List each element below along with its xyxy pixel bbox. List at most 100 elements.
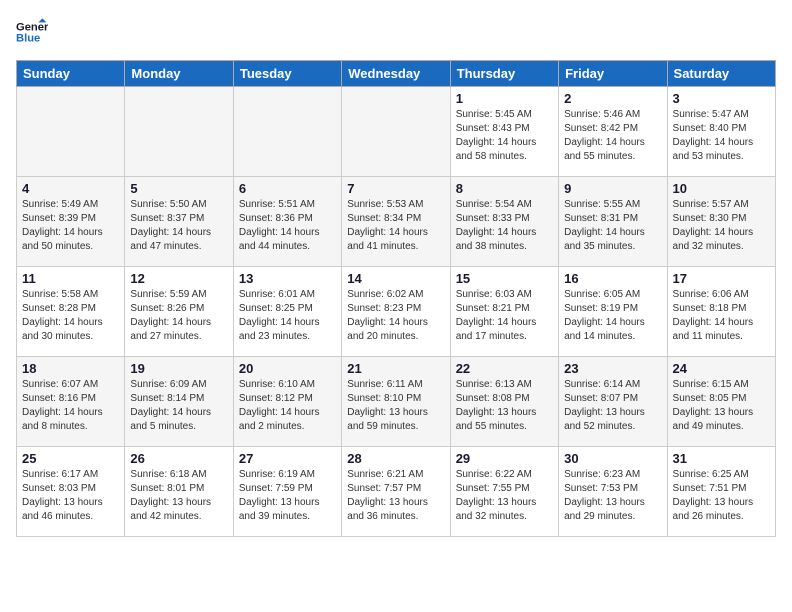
day-info: Sunrise: 5:55 AM Sunset: 8:31 PM Dayligh… — [564, 198, 661, 254]
day-number: 17 — [673, 271, 770, 286]
day-number: 24 — [673, 361, 770, 376]
calendar-cell: 6Sunrise: 5:51 AM Sunset: 8:36 PM Daylig… — [233, 177, 341, 267]
calendar-cell: 18 Sunrise: 6:07 AM Sunset: 8:16 PM Dayli… — [17, 357, 125, 447]
day-number: 6 — [239, 181, 336, 196]
calendar-cell — [342, 87, 450, 177]
day-info: Sunrise: 5:47 AM Sunset: 8:40 PM Dayligh… — [673, 108, 770, 164]
calendar-cell: 8Sunrise: 5:54 AM Sunset: 8:33 PM Daylig… — [450, 177, 558, 267]
calendar-cell: 12 Sunrise: 5:59 AM Sunset: 8:26 PM Dayli… — [125, 267, 233, 357]
day-number: 4 — [22, 181, 119, 196]
calendar-cell: 9Sunrise: 5:55 AM Sunset: 8:31 PM Daylig… — [559, 177, 667, 267]
day-number: 19 — [130, 361, 227, 376]
day-number: 13 — [239, 271, 336, 286]
day-number: 26 — [130, 451, 227, 466]
day-info: Sunrise: 5:59 AM Sunset: 8:26 PM Dayligh… — [130, 288, 227, 344]
day-number: 21 — [347, 361, 444, 376]
calendar-cell: 4 Sunrise: 5:49 AM Sunset: 8:39 PM Daylig… — [17, 177, 125, 267]
day-number: 31 — [673, 451, 770, 466]
calendar-cell: 16 Sunrise: 6:05 AM Sunset: 8:19 PM Dayli… — [559, 267, 667, 357]
calendar-cell: 31Sunrise: 6:25 AM Sunset: 7:51 PM Dayli… — [667, 447, 775, 537]
calendar-cell: 17 Sunrise: 6:06 AM Sunset: 8:18 PM Dayli… — [667, 267, 775, 357]
day-info: Sunrise: 6:11 AM Sunset: 8:10 PM Dayligh… — [347, 378, 444, 434]
calendar-cell — [17, 87, 125, 177]
day-info: Sunrise: 6:05 AM Sunset: 8:19 PM Dayligh… — [564, 288, 661, 344]
calendar-cell — [233, 87, 341, 177]
day-header-wednesday: Wednesday — [342, 61, 450, 87]
day-info: Sunrise: 6:02 AM Sunset: 8:23 PM Dayligh… — [347, 288, 444, 344]
day-number: 22 — [456, 361, 553, 376]
calendar-cell: 14 Sunrise: 6:02 AM Sunset: 8:23 PM Dayli… — [342, 267, 450, 357]
day-header-friday: Friday — [559, 61, 667, 87]
day-header-saturday: Saturday — [667, 61, 775, 87]
day-info: Sunrise: 6:18 AM Sunset: 8:01 PM Dayligh… — [130, 468, 227, 524]
calendar-cell: 29Sunrise: 6:22 AM Sunset: 7:55 PM Dayli… — [450, 447, 558, 537]
calendar-cell: 5Sunrise: 5:50 AM Sunset: 8:37 PM Daylig… — [125, 177, 233, 267]
day-header-sunday: Sunday — [17, 61, 125, 87]
day-number: 30 — [564, 451, 661, 466]
logo: General Blue — [16, 16, 52, 48]
calendar-cell: 15 Sunrise: 6:03 AM Sunset: 8:21 PM Dayli… — [450, 267, 558, 357]
logo-icon: General Blue — [16, 16, 48, 48]
calendar-cell: 19Sunrise: 6:09 AM Sunset: 8:14 PM Dayli… — [125, 357, 233, 447]
calendar-cell: 3 Sunrise: 5:47 AM Sunset: 8:40 PM Daylig… — [667, 87, 775, 177]
day-number: 14 — [347, 271, 444, 286]
calendar-cell: 25 Sunrise: 6:17 AM Sunset: 8:03 PM Dayli… — [17, 447, 125, 537]
day-number: 12 — [130, 271, 227, 286]
header-row: SundayMondayTuesdayWednesdayThursdayFrid… — [17, 61, 776, 87]
calendar-week-row: 25 Sunrise: 6:17 AM Sunset: 8:03 PM Dayli… — [17, 447, 776, 537]
page-header: General Blue — [16, 16, 776, 48]
day-info: Sunrise: 6:21 AM Sunset: 7:57 PM Dayligh… — [347, 468, 444, 524]
day-info: Sunrise: 6:13 AM Sunset: 8:08 PM Dayligh… — [456, 378, 553, 434]
calendar-cell: 20 Sunrise: 6:10 AM Sunset: 8:12 PM Dayli… — [233, 357, 341, 447]
day-header-monday: Monday — [125, 61, 233, 87]
calendar-cell: 2 Sunrise: 5:46 AM Sunset: 8:42 PM Daylig… — [559, 87, 667, 177]
day-info: Sunrise: 6:06 AM Sunset: 8:18 PM Dayligh… — [673, 288, 770, 344]
day-header-tuesday: Tuesday — [233, 61, 341, 87]
calendar-cell: 24Sunrise: 6:15 AM Sunset: 8:05 PM Dayli… — [667, 357, 775, 447]
calendar-cell: 27Sunrise: 6:19 AM Sunset: 7:59 PM Dayli… — [233, 447, 341, 537]
calendar-cell: 7 Sunrise: 5:53 AM Sunset: 8:34 PM Daylig… — [342, 177, 450, 267]
calendar-week-row: 18 Sunrise: 6:07 AM Sunset: 8:16 PM Dayli… — [17, 357, 776, 447]
day-number: 20 — [239, 361, 336, 376]
day-number: 7 — [347, 181, 444, 196]
svg-text:General: General — [16, 21, 48, 33]
day-info: Sunrise: 6:10 AM Sunset: 8:12 PM Dayligh… — [239, 378, 336, 434]
svg-text:Blue: Blue — [16, 33, 40, 45]
calendar-cell: 26 Sunrise: 6:18 AM Sunset: 8:01 PM Dayli… — [125, 447, 233, 537]
day-info: Sunrise: 6:03 AM Sunset: 8:21 PM Dayligh… — [456, 288, 553, 344]
calendar-cell: 11 Sunrise: 5:58 AM Sunset: 8:28 PM Dayli… — [17, 267, 125, 357]
day-number: 2 — [564, 91, 661, 106]
day-header-thursday: Thursday — [450, 61, 558, 87]
day-number: 3 — [673, 91, 770, 106]
day-info: Sunrise: 5:54 AM Sunset: 8:33 PM Dayligh… — [456, 198, 553, 254]
calendar-cell: 21 Sunrise: 6:11 AM Sunset: 8:10 PM Dayli… — [342, 357, 450, 447]
day-info: Sunrise: 6:14 AM Sunset: 8:07 PM Dayligh… — [564, 378, 661, 434]
calendar-cell: 10 Sunrise: 5:57 AM Sunset: 8:30 PM Dayli… — [667, 177, 775, 267]
day-info: Sunrise: 5:53 AM Sunset: 8:34 PM Dayligh… — [347, 198, 444, 254]
day-info: Sunrise: 6:07 AM Sunset: 8:16 PM Dayligh… — [22, 378, 119, 434]
day-number: 23 — [564, 361, 661, 376]
day-info: Sunrise: 5:49 AM Sunset: 8:39 PM Dayligh… — [22, 198, 119, 254]
day-info: Sunrise: 6:17 AM Sunset: 8:03 PM Dayligh… — [22, 468, 119, 524]
day-info: Sunrise: 6:23 AM Sunset: 7:53 PM Dayligh… — [564, 468, 661, 524]
calendar-cell: 22 Sunrise: 6:13 AM Sunset: 8:08 PM Dayli… — [450, 357, 558, 447]
calendar-cell: 30 Sunrise: 6:23 AM Sunset: 7:53 PM Dayli… — [559, 447, 667, 537]
day-number: 18 — [22, 361, 119, 376]
day-number: 11 — [22, 271, 119, 286]
calendar-table: SundayMondayTuesdayWednesdayThursdayFrid… — [16, 60, 776, 537]
day-info: Sunrise: 6:19 AM Sunset: 7:59 PM Dayligh… — [239, 468, 336, 524]
calendar-cell: 23 Sunrise: 6:14 AM Sunset: 8:07 PM Dayli… — [559, 357, 667, 447]
day-info: Sunrise: 5:45 AM Sunset: 8:43 PM Dayligh… — [456, 108, 553, 164]
day-info: Sunrise: 5:57 AM Sunset: 8:30 PM Dayligh… — [673, 198, 770, 254]
day-number: 5 — [130, 181, 227, 196]
calendar-week-row: 11 Sunrise: 5:58 AM Sunset: 8:28 PM Dayli… — [17, 267, 776, 357]
day-number: 10 — [673, 181, 770, 196]
day-number: 25 — [22, 451, 119, 466]
day-number: 15 — [456, 271, 553, 286]
day-info: Sunrise: 6:22 AM Sunset: 7:55 PM Dayligh… — [456, 468, 553, 524]
calendar-cell — [125, 87, 233, 177]
day-info: Sunrise: 5:46 AM Sunset: 8:42 PM Dayligh… — [564, 108, 661, 164]
day-info: Sunrise: 5:58 AM Sunset: 8:28 PM Dayligh… — [22, 288, 119, 344]
day-number: 16 — [564, 271, 661, 286]
day-number: 1 — [456, 91, 553, 106]
